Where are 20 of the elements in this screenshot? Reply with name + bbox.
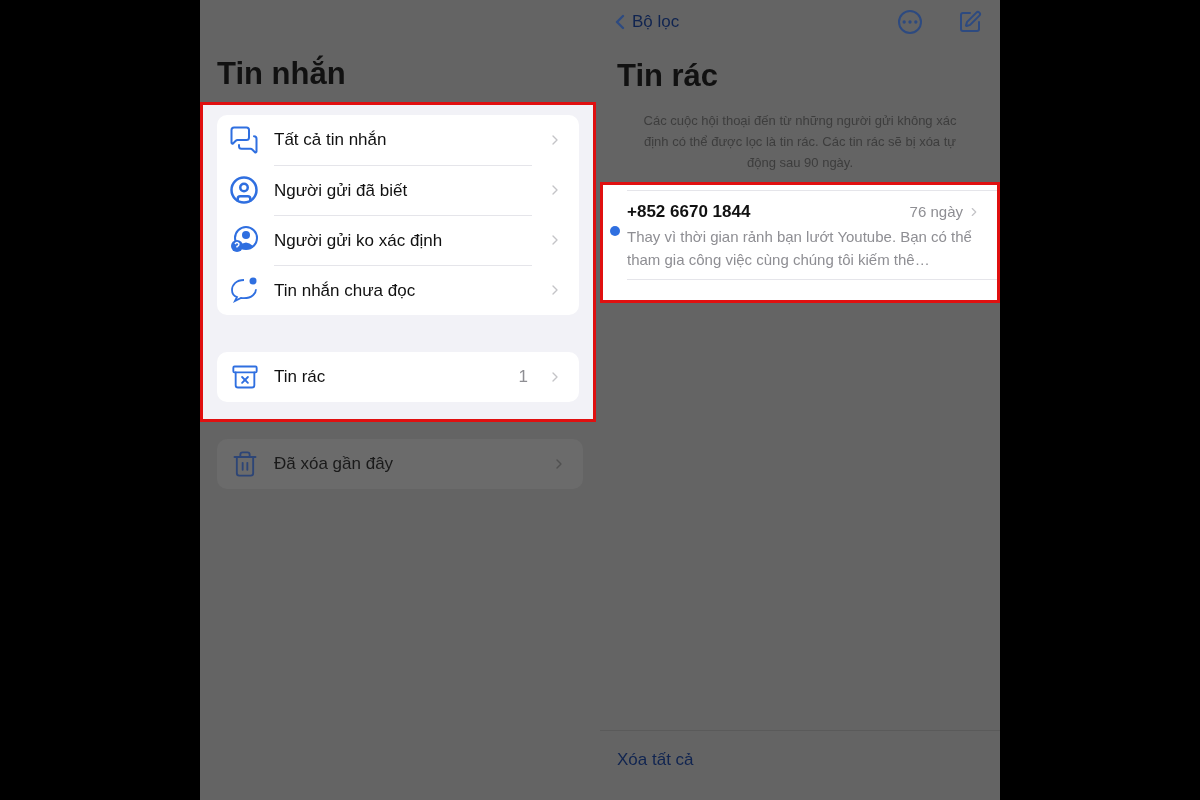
junk-count: 1 (518, 366, 528, 389)
message-date: 76 ngày (909, 201, 963, 222)
filter-row[interactable]: Người gửi ko xác định (217, 215, 579, 265)
unknown-person-icon (229, 225, 259, 255)
page-title: Tin rác (616, 57, 720, 94)
person-circle-icon (229, 175, 259, 205)
filter-row[interactable]: Tin nhắn chưa đọc (217, 265, 579, 315)
compose-icon[interactable] (958, 10, 982, 34)
junk-row[interactable]: Tin rác 1 (217, 352, 579, 402)
more-icon[interactable] (898, 10, 922, 34)
junk-box-icon (231, 363, 259, 391)
message-row[interactable]: +852 6670 1844 76 ngày Thay vì thời gian rảnh bạn lướt Youtube. Bạn có thể tham gia công việc cùng chúng tôi kiếm thê… (603, 190, 997, 280)
filter-row[interactable]: Tất cả tin nhắn (217, 115, 579, 165)
trash-icon (231, 450, 259, 478)
message-preview: Thay vì thời gian rảnh bạn lướt Youtube. Bạn có thể tham gia công việc cùng chúng tôi kiếm thê… (627, 226, 973, 270)
chat-bubble-dot-icon (229, 275, 259, 305)
page-title: Tin nhắn (216, 54, 347, 93)
filter-row[interactable]: Người gửi đã biết (217, 165, 579, 215)
chat-bubbles-icon (229, 125, 259, 155)
sender-name: +852 6670 1844 (627, 201, 752, 223)
